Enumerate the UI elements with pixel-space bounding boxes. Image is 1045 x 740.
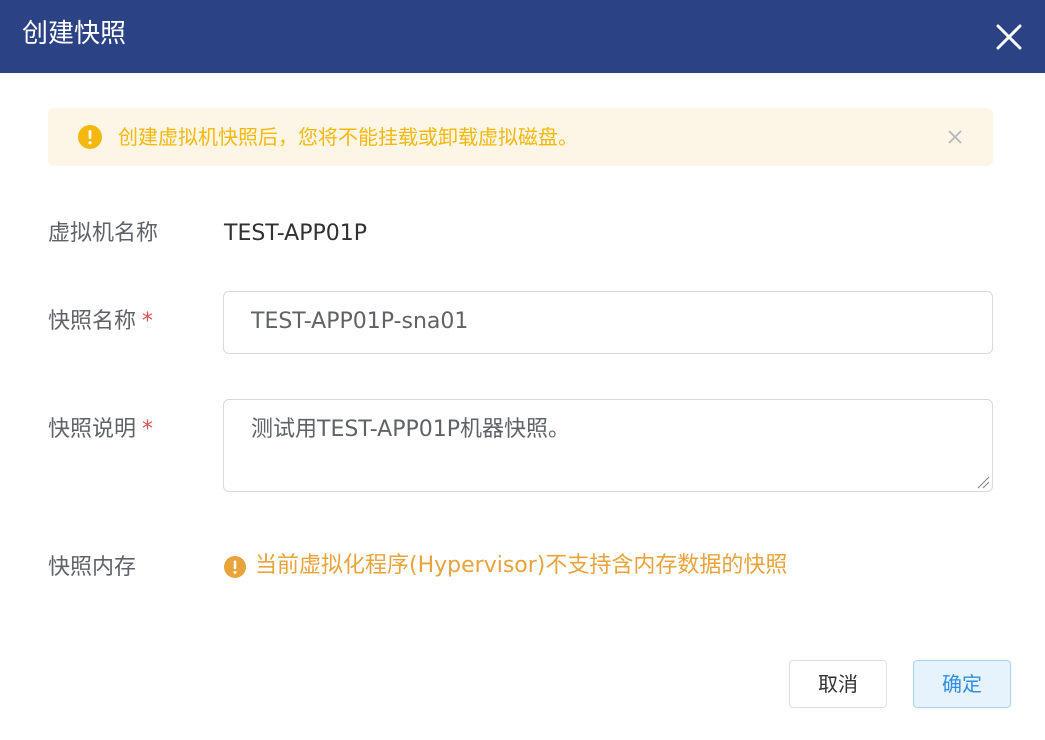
snapshot-name-label: 快照名称 *: [48, 306, 153, 338]
close-dialog-button[interactable]: [988, 16, 1030, 58]
snapshot-desc-label-text: 快照说明: [48, 417, 137, 442]
resize-handle-icon[interactable]: [976, 475, 990, 489]
confirm-button[interactable]: 确定: [913, 660, 1011, 708]
required-mark: *: [142, 417, 154, 442]
cancel-button[interactable]: 取消: [789, 660, 887, 708]
vm-name-value: TEST-APP01P: [224, 221, 368, 246]
snapshot-name-label-text: 快照名称: [48, 309, 137, 334]
required-mark: *: [142, 309, 154, 334]
alert-message: 创建虚拟机快照后，您将不能挂载或卸载虚拟磁盘。: [118, 125, 578, 149]
vm-name-label: 虚拟机名称: [48, 221, 159, 246]
close-icon: [996, 24, 1022, 50]
alert-close-icon[interactable]: [946, 128, 964, 146]
snapshot-desc-textarea[interactable]: 测试用TEST-APP01P机器快照。: [223, 399, 993, 492]
warning-circle-icon: [224, 556, 246, 578]
snapshot-desc-label: 快照说明 *: [48, 414, 153, 446]
dialog-title: 创建快照: [22, 19, 127, 49]
snapshot-name-input-value: TEST-APP01P-sna01: [251, 309, 469, 334]
snapshot-desc-textarea-value: 测试用TEST-APP01P机器快照。: [251, 417, 571, 442]
memory-warning-text: 当前虚拟化程序(Hypervisor)不支持含内存数据的快照: [255, 553, 788, 578]
warning-alert: 创建虚拟机快照后，您将不能挂载或卸载虚拟磁盘。: [48, 108, 993, 166]
dialog-header: 创建快照: [0, 0, 1045, 73]
snapshot-name-input[interactable]: TEST-APP01P-sna01: [223, 291, 993, 354]
warning-circle-icon: [78, 125, 102, 149]
snapshot-memory-label: 快照内存: [48, 555, 137, 580]
